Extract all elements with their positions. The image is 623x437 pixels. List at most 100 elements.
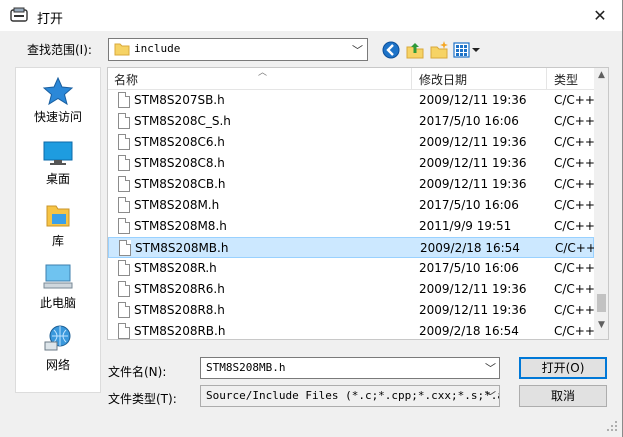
resize-grip-icon[interactable] xyxy=(606,420,618,432)
place-label: 快速访问 xyxy=(33,110,82,124)
file-row[interactable]: STM8S208RB.h 2009/2/18 16:54 C/C++ xyxy=(108,321,595,339)
file-icon xyxy=(118,302,130,318)
file-name-label: 文件名(N): xyxy=(108,365,167,379)
chevron-down-icon: ﹀ xyxy=(352,44,363,57)
place-quick-access[interactable]: 快速访问 xyxy=(16,72,100,134)
file-name: STM8S208R8.h xyxy=(134,303,225,317)
file-type: C/C++ xyxy=(554,114,595,128)
file-icon xyxy=(118,197,130,213)
place-this-pc[interactable]: 此电脑 xyxy=(16,258,100,320)
scroll-down-icon[interactable]: ▼ xyxy=(594,320,608,332)
file-name: STM8S208C8.h xyxy=(134,156,225,170)
new-folder-icon[interactable] xyxy=(429,40,449,60)
place-desktop[interactable]: 桌面 xyxy=(16,134,100,196)
file-type: C/C++ xyxy=(554,177,595,191)
folder-icon xyxy=(114,43,130,56)
file-name-input[interactable]: STM8S208MB.h xyxy=(200,357,500,379)
file-icon xyxy=(118,113,130,129)
column-divider[interactable] xyxy=(546,68,547,90)
file-row[interactable]: STM8S207SB.h 2009/12/11 19:36 C/C++ xyxy=(108,90,595,111)
file-row[interactable]: STM8S208R6.h 2009/12/11 19:36 C/C++ xyxy=(108,279,595,300)
up-folder-icon[interactable] xyxy=(405,40,425,60)
place-network[interactable]: 网络 xyxy=(16,320,100,382)
file-name: STM8S208C6.h xyxy=(134,135,225,149)
place-label: 库 xyxy=(51,234,64,248)
file-name: STM8S208M.h xyxy=(134,198,220,212)
file-list[interactable]: 名称 ︿ 修改日期 类型 STM8S207SB.h 2009/12/11 19:3… xyxy=(107,67,609,340)
column-date-header[interactable]: 修改日期 xyxy=(419,71,467,88)
star-icon xyxy=(42,76,74,106)
file-type-select[interactable]: Source/Include Files (*.c;*.cpp;*.cxx;*.… xyxy=(200,385,500,407)
app-icon xyxy=(10,7,28,22)
file-icon xyxy=(118,176,130,192)
file-icon xyxy=(119,240,131,256)
file-date: 2009/12/11 19:36 xyxy=(419,303,527,317)
file-name: STM8S208CB.h xyxy=(134,177,226,191)
file-row[interactable]: STM8S208C6.h 2009/12/11 19:36 C/C++ xyxy=(108,132,595,153)
places-bar: 快速访问 桌面 库 此电脑 网络 xyxy=(15,67,101,393)
close-button[interactable]: ✕ xyxy=(588,4,612,28)
file-row[interactable]: STM8S208M.h 2017/5/10 16:06 C/C++ xyxy=(108,195,595,216)
file-type: C/C++ xyxy=(554,198,595,212)
window-title: 打开 xyxy=(37,12,64,27)
file-type: C/C++ xyxy=(554,156,595,170)
cancel-button[interactable]: 取消 xyxy=(519,385,607,407)
file-date: 2009/2/18 16:54 xyxy=(419,324,519,338)
file-type: C/C++ xyxy=(555,241,596,255)
file-type: C/C++ xyxy=(554,135,595,149)
file-icon xyxy=(118,323,130,339)
file-row[interactable]: STM8S208C_S.h 2017/5/10 16:06 C/C++ xyxy=(108,111,595,132)
file-name: STM8S208M8.h xyxy=(134,219,227,233)
file-icon xyxy=(118,134,130,150)
file-name: STM8S208R.h xyxy=(134,261,217,275)
back-icon[interactable] xyxy=(381,40,401,60)
file-type: C/C++ xyxy=(554,219,595,233)
place-label: 桌面 xyxy=(45,172,70,186)
file-type-label: 文件类型(T): xyxy=(108,392,177,406)
look-in-dropdown[interactable]: include ﹀ xyxy=(108,38,368,61)
chevron-down-icon[interactable]: ﹀ xyxy=(485,360,496,376)
file-date: 2009/2/18 16:54 xyxy=(420,241,520,255)
file-row[interactable]: STM8S208R.h 2017/5/10 16:06 C/C++ xyxy=(108,258,595,279)
scroll-up-icon[interactable]: ▲ xyxy=(594,70,608,82)
open-button[interactable]: 打开(O) xyxy=(519,357,607,379)
file-type: C/C++ xyxy=(554,324,595,338)
file-type: C/C++ xyxy=(554,282,595,296)
chevron-down-icon[interactable]: ﹀ xyxy=(485,388,496,404)
file-icon xyxy=(118,260,130,276)
network-icon xyxy=(44,325,71,351)
place-label: 此电脑 xyxy=(39,296,76,310)
file-row[interactable]: STM8S208M8.h 2011/9/9 19:51 C/C++ xyxy=(108,216,595,237)
view-menu-icon[interactable] xyxy=(453,40,481,60)
file-name: STM8S208R6.h xyxy=(134,282,225,296)
file-icon xyxy=(118,92,130,108)
open-file-dialog: 打开 ✕ 查找范围(I): include ﹀ 快速访问 桌面 库 此电脑 网络… xyxy=(0,0,623,437)
file-row[interactable]: STM8S208CB.h 2009/12/11 19:36 C/C++ xyxy=(108,174,595,195)
file-icon xyxy=(118,281,130,297)
file-row[interactable]: STM8S208MB.h 2009/2/18 16:54 C/C++ xyxy=(108,237,596,258)
column-divider[interactable] xyxy=(411,68,412,90)
desktop-icon xyxy=(43,141,73,165)
file-date: 2009/12/11 19:36 xyxy=(419,282,527,296)
scroll-thumb[interactable] xyxy=(597,294,606,312)
sort-ascending-icon: ︿ xyxy=(258,68,268,78)
file-type: C/C++ xyxy=(554,261,595,275)
vertical-scrollbar[interactable]: ▲ ▼ xyxy=(594,68,608,339)
computer-icon xyxy=(43,264,73,289)
file-name: STM8S207SB.h xyxy=(134,93,225,107)
file-date: 2009/12/11 19:36 xyxy=(419,156,527,170)
file-row[interactable]: STM8S208R8.h 2009/12/11 19:36 C/C++ xyxy=(108,300,595,321)
file-name: STM8S208RB.h xyxy=(134,324,226,338)
file-date: 2009/12/11 19:36 xyxy=(419,177,527,191)
title-bar: 打开 ✕ xyxy=(0,0,622,31)
look-in-value: include xyxy=(134,42,181,55)
place-library[interactable]: 库 xyxy=(16,196,100,258)
file-row[interactable]: STM8S208C8.h 2009/12/11 19:36 C/C++ xyxy=(108,153,595,174)
file-date: 2017/5/10 16:06 xyxy=(419,114,519,128)
column-header: 名称 ︿ 修改日期 类型 xyxy=(108,68,594,90)
look-in-label: 查找范围(I): xyxy=(27,43,92,57)
column-name-header[interactable]: 名称 xyxy=(114,71,138,88)
file-date: 2017/5/10 16:06 xyxy=(419,198,519,212)
column-type-header[interactable]: 类型 xyxy=(554,71,578,88)
library-icon xyxy=(46,205,70,227)
